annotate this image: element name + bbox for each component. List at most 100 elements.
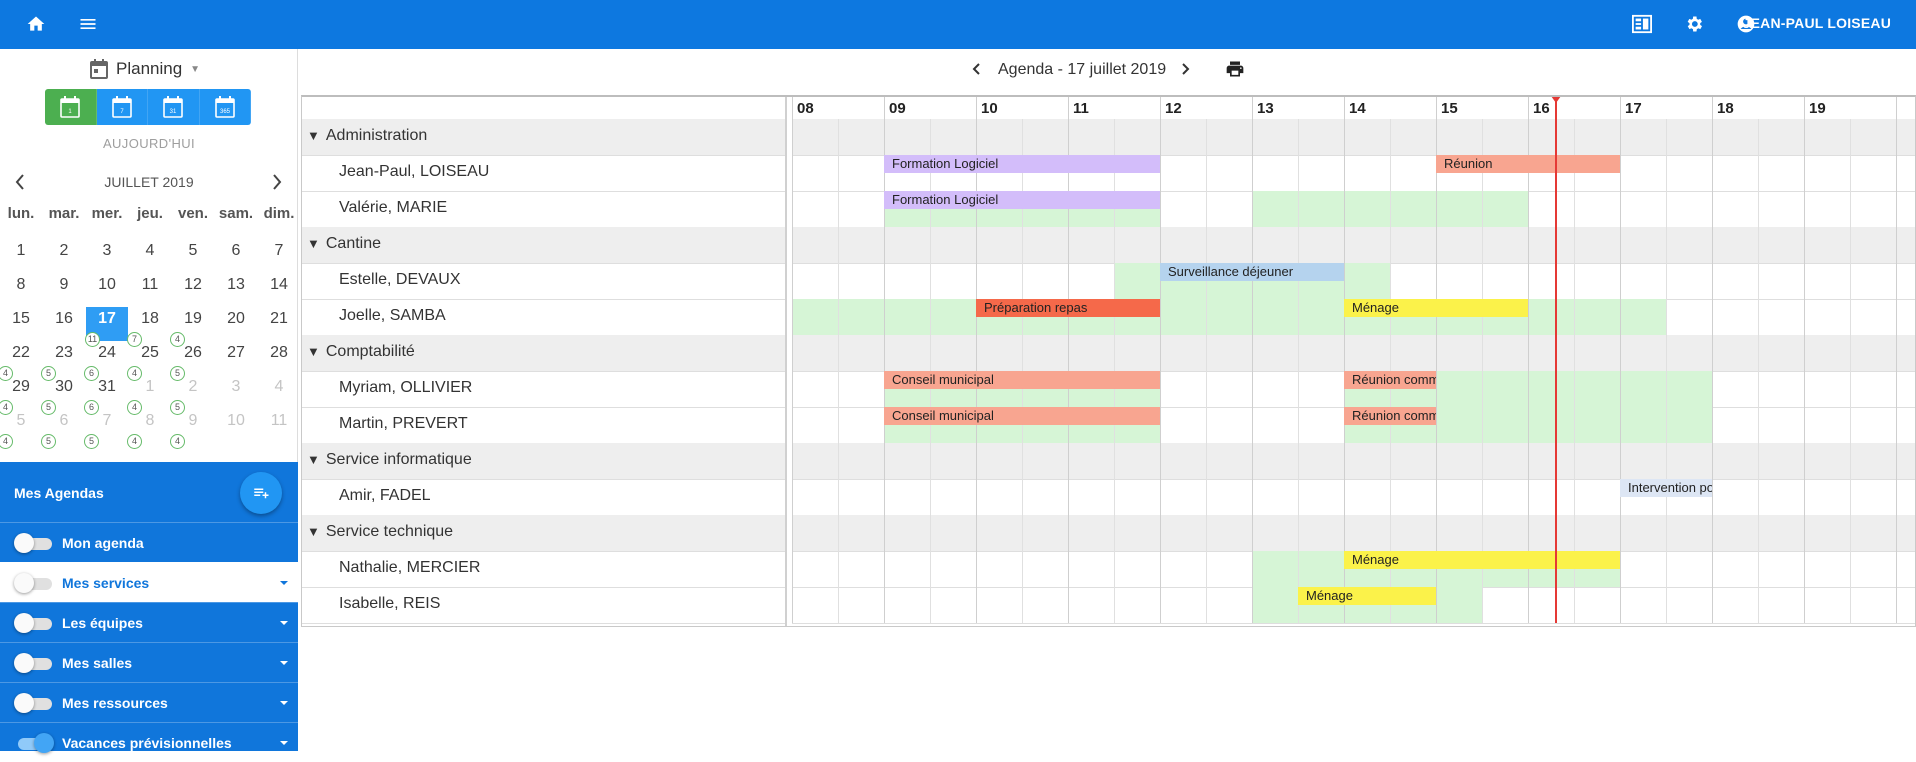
week-view-button[interactable]: 7 bbox=[96, 89, 148, 125]
day-view-button[interactable]: 1 bbox=[45, 89, 97, 125]
event-block[interactable]: Conseil municipal bbox=[884, 371, 1160, 389]
availability-slot bbox=[792, 299, 1666, 335]
caret-down-icon: ▼ bbox=[307, 236, 320, 251]
event-block[interactable]: Réunion bbox=[1436, 155, 1620, 173]
weekday-label: jeu. bbox=[137, 205, 163, 222]
menu-icon[interactable] bbox=[76, 12, 100, 36]
calendar-icon: 1 bbox=[60, 96, 81, 118]
group-title[interactable]: ▼ Service informatique bbox=[307, 451, 472, 469]
group-title[interactable]: ▼ Service technique bbox=[307, 523, 453, 541]
calendar-day[interactable]: 11 bbox=[258, 409, 300, 443]
next-month-icon[interactable] bbox=[266, 171, 288, 193]
day-number: 31 bbox=[98, 378, 116, 395]
calendar-day[interactable]: 15 bbox=[0, 307, 42, 341]
chevron-down-icon[interactable] bbox=[276, 735, 292, 754]
event-count-badge: 4 bbox=[170, 434, 185, 449]
toggle-switch[interactable] bbox=[14, 733, 54, 753]
calendar-day[interactable]: 27 bbox=[215, 341, 257, 375]
calendar-day[interactable]: 21 bbox=[258, 307, 300, 341]
month-view-button[interactable]: 31 bbox=[148, 89, 200, 125]
calendar-day[interactable]: 5 bbox=[172, 239, 214, 273]
add-agenda-button[interactable] bbox=[240, 472, 282, 514]
resource-name: Nathalie, MERCIER bbox=[339, 559, 481, 576]
calendar-day[interactable]: 20 bbox=[215, 307, 257, 341]
calendar-day[interactable]: 8 bbox=[0, 273, 42, 307]
calendar-day[interactable]: 6 bbox=[215, 239, 257, 273]
resource-name: Estelle, DEVAUX bbox=[339, 271, 461, 288]
toggle-thumb bbox=[34, 733, 54, 753]
chevron-down-icon[interactable] bbox=[276, 575, 292, 594]
group-title[interactable]: ▼ Comptabilité bbox=[307, 343, 415, 361]
chevron-down-icon: ▼ bbox=[190, 63, 201, 75]
event-block[interactable]: Ménage bbox=[1344, 551, 1620, 569]
view-button-sub: 31 bbox=[170, 109, 177, 115]
day-number: 8 bbox=[145, 412, 155, 429]
chevron-down-icon[interactable] bbox=[276, 695, 292, 714]
agenda-row-mes-services[interactable]: Mes services bbox=[0, 562, 298, 602]
group-title[interactable]: ▼ Cantine bbox=[307, 235, 381, 253]
calendar-day[interactable]: 10 bbox=[86, 273, 128, 307]
calendar-day[interactable]: 10 bbox=[215, 409, 257, 443]
day-number: 20 bbox=[227, 310, 245, 327]
calendar-day[interactable]: 3 bbox=[215, 375, 257, 409]
print-icon[interactable] bbox=[1225, 59, 1245, 84]
calendar-day[interactable]: 14 bbox=[258, 273, 300, 307]
event-block[interactable]: Formation Logiciel bbox=[884, 155, 1160, 173]
calendar-day[interactable]: 4 bbox=[129, 239, 171, 273]
month-label: JUILLET 2019 bbox=[104, 174, 194, 190]
agenda-row-mon-agenda[interactable]: Mon agenda bbox=[0, 522, 298, 562]
calendar-day[interactable]: 3 bbox=[86, 239, 128, 273]
calendar-day[interactable]: 12 bbox=[172, 273, 214, 307]
event-block[interactable]: Préparation repas bbox=[976, 299, 1160, 317]
calendar-day[interactable]: 13 bbox=[215, 273, 257, 307]
event-block[interactable]: Réunion commission bbox=[1344, 407, 1436, 425]
event-block[interactable]: Ménage bbox=[1298, 587, 1436, 605]
home-icon[interactable] bbox=[24, 12, 48, 36]
group-title[interactable]: ▼ Administration bbox=[307, 127, 427, 145]
agenda-row-vacances-pr-visionnelles[interactable]: Vacances prévisionnelles bbox=[0, 722, 298, 762]
group-row-timeline bbox=[792, 227, 1915, 263]
toggle-thumb bbox=[14, 653, 34, 673]
calendar-day[interactable]: 28 bbox=[258, 341, 300, 375]
toggle-switch[interactable] bbox=[14, 533, 54, 553]
calendar-day[interactable]: 1 bbox=[0, 239, 42, 273]
day-number: 27 bbox=[227, 344, 245, 361]
event-block[interactable]: Réunion commission bbox=[1344, 371, 1436, 389]
chevron-down-icon[interactable] bbox=[276, 655, 292, 674]
calendar-day[interactable]: 7 bbox=[258, 239, 300, 273]
calendar-day[interactable]: 2 bbox=[43, 239, 85, 273]
grid-line bbox=[884, 97, 885, 623]
user-name[interactable]: JEAN-PAUL LOISEAU bbox=[1743, 15, 1891, 31]
dashboard-icon[interactable] bbox=[1630, 12, 1654, 36]
prev-day-icon[interactable] bbox=[968, 59, 986, 84]
toggle-switch[interactable] bbox=[14, 653, 54, 673]
toggle-switch[interactable] bbox=[14, 613, 54, 633]
mes-agendas-panel: Mes Agendas Mon agenda Mes services Les éq… bbox=[0, 462, 298, 753]
toggle-thumb bbox=[14, 613, 34, 633]
today-button[interactable]: AUJOURD'HUI bbox=[0, 136, 298, 151]
gear-icon[interactable] bbox=[1682, 12, 1706, 36]
toggle-switch[interactable] bbox=[14, 573, 54, 593]
agenda-row-les-quipes[interactable]: Les équipes bbox=[0, 602, 298, 642]
event-block[interactable]: Ménage bbox=[1344, 299, 1528, 317]
calendar-day[interactable]: 4 bbox=[258, 375, 300, 409]
view-select[interactable]: Planning ▼ bbox=[90, 57, 200, 81]
event-block[interactable]: Surveillance déjeuner bbox=[1160, 263, 1344, 281]
view-buttons: 1 7 31 365 bbox=[45, 89, 251, 125]
next-day-icon[interactable] bbox=[1176, 59, 1194, 84]
toggle-switch[interactable] bbox=[14, 693, 54, 713]
calendar-day[interactable]: 9 bbox=[43, 273, 85, 307]
agenda-row-mes-salles[interactable]: Mes salles bbox=[0, 642, 298, 682]
year-view-button[interactable]: 365 bbox=[199, 89, 251, 125]
agenda-row-mes-ressources[interactable]: Mes ressources bbox=[0, 682, 298, 722]
calendar-day[interactable]: 16 bbox=[43, 307, 85, 341]
chevron-down-icon[interactable] bbox=[276, 615, 292, 634]
hour-label: 19 bbox=[1809, 100, 1826, 117]
day-number: 11 bbox=[141, 276, 159, 293]
event-block[interactable]: Formation Logiciel bbox=[884, 191, 1160, 209]
weekday-label: mer. bbox=[91, 205, 123, 222]
event-block[interactable]: Intervention poste bbox=[1620, 479, 1712, 497]
row-divider bbox=[302, 587, 785, 588]
event-block[interactable]: Conseil municipal bbox=[884, 407, 1160, 425]
calendar-day[interactable]: 11 bbox=[129, 273, 171, 307]
